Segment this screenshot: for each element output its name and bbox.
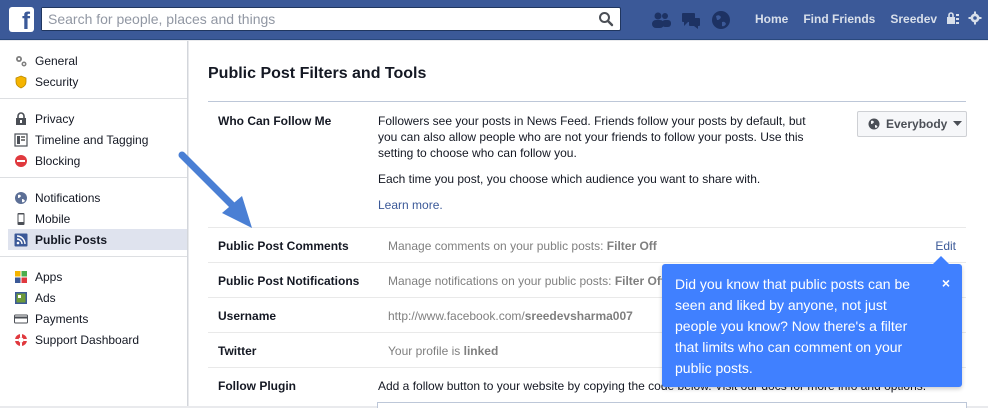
sidebar-item-blocking[interactable]: Blocking (0, 150, 187, 171)
sidebar-item-ads[interactable]: Ads (0, 287, 187, 308)
sidebar-item-public-posts[interactable]: Public Posts (8, 229, 187, 250)
search-icon[interactable] (598, 11, 614, 27)
sidebar-group-notifications: Notifications Mobile Public Posts (0, 178, 187, 257)
setting-description: http://www.facebook.com/sreedevsharma007 (388, 309, 633, 323)
sidebar-item-label: Support Dashboard (35, 332, 140, 347)
setting-desc-text: Manage notifications on your public post… (388, 274, 615, 288)
sidebar-item-support-dashboard[interactable]: Support Dashboard (0, 329, 187, 350)
setting-label: Follow Plugin (218, 379, 296, 393)
top-bar: f Home Find Friends Sreedev (0, 0, 988, 40)
audience-selector-button[interactable]: Everybody (857, 111, 967, 137)
rss-icon (14, 233, 28, 247)
sidebar-item-label: Notifications (35, 190, 101, 205)
gear-icon (14, 54, 28, 68)
sidebar-item-label: General (35, 53, 78, 68)
globe-icon (14, 191, 28, 205)
timeline-icon (14, 132, 28, 147)
lifebuoy-icon (14, 333, 28, 347)
sidebar-item-label: Ads (35, 290, 56, 305)
setting-value: sreedevsharma007 (524, 309, 633, 323)
sidebar-group-account: General Security (0, 41, 187, 99)
setting-label: Twitter (218, 344, 257, 358)
sidebar-item-mobile[interactable]: Mobile (0, 208, 187, 229)
settings-sidebar: General Security Privacy Timeline and Ta… (0, 41, 188, 406)
follow-desc-2: Each time you post, you choose which aud… (378, 172, 761, 186)
setting-desc-text: http://www.facebook.com/ (388, 309, 525, 323)
edit-link[interactable]: Edit (935, 239, 956, 253)
payments-icon (14, 312, 28, 326)
follow-description: Followers see your posts in News Feed. F… (378, 113, 823, 213)
sidebar-item-privacy[interactable]: Privacy (0, 108, 187, 129)
search-input[interactable] (42, 8, 582, 30)
plugin-code-box[interactable] (377, 402, 967, 408)
setting-label: Username (218, 309, 277, 323)
chevron-down-icon (953, 121, 963, 126)
top-nav: Home Find Friends Sreedev (755, 12, 952, 26)
sidebar-group-apps: Apps Ads Payments Support Dashboard (0, 257, 187, 356)
sidebar-item-security[interactable]: Security (0, 71, 187, 92)
sidebar-item-label: Public Posts (35, 232, 108, 247)
setting-label: Public Post Comments (218, 239, 349, 253)
sidebar-item-label: Mobile (35, 211, 71, 226)
sidebar-item-label: Privacy (35, 111, 75, 126)
blocking-icon (14, 154, 28, 168)
lock-icon (14, 111, 28, 126)
sidebar-item-general[interactable]: General (0, 50, 187, 71)
globe-icon (868, 118, 880, 130)
mobile-icon (14, 212, 28, 226)
close-icon[interactable]: × (942, 273, 950, 294)
shield-icon (14, 75, 28, 89)
apps-icon (14, 270, 28, 284)
messages-icon[interactable] (680, 9, 702, 31)
jewel-icons (650, 9, 732, 31)
setting-label: Who Can Follow Me (218, 114, 332, 128)
setting-label: Public Post Notifications (218, 274, 360, 288)
annotation-arrow (178, 151, 252, 228)
privacy-shortcuts-icon[interactable] (946, 11, 960, 25)
sidebar-item-notifications[interactable]: Notifications (0, 187, 187, 208)
top-icons (946, 11, 982, 25)
setting-value: Filter Off (606, 239, 657, 253)
sidebar-item-label: Blocking (35, 153, 81, 168)
notifications-globe-icon[interactable] (710, 9, 732, 31)
setting-value: Filter Off (614, 274, 665, 288)
setting-description: Your profile is linked (388, 344, 498, 358)
sidebar-item-label: Security (35, 74, 79, 89)
friend-requests-icon[interactable] (650, 9, 672, 31)
nav-find-friends[interactable]: Find Friends (803, 12, 875, 26)
filter-tooltip: Did you know that public posts can be se… (662, 256, 962, 387)
sidebar-item-label: Payments (35, 311, 89, 326)
ads-icon (14, 291, 28, 305)
tooltip-text: Did you know that public posts can be se… (675, 276, 911, 376)
facebook-logo[interactable]: f (9, 7, 34, 32)
sidebar-item-payments[interactable]: Payments (0, 308, 187, 329)
sidebar-item-label: Timeline and Tagging (35, 132, 149, 147)
audience-label: Everybody (886, 117, 948, 131)
follow-desc-1: Followers see your posts in News Feed. F… (378, 114, 806, 160)
page-title: Public Post Filters and Tools (208, 65, 427, 82)
learn-more-link[interactable]: Learn more. (378, 198, 443, 212)
nav-profile[interactable]: Sreedev (890, 12, 937, 26)
sidebar-group-privacy: Privacy Timeline and Tagging Blocking (0, 99, 187, 178)
setting-description: Manage comments on your public posts: Fi… (388, 239, 657, 253)
sidebar-item-apps[interactable]: Apps (0, 266, 187, 287)
setting-desc-text: Your profile is (388, 344, 464, 358)
setting-desc-text: Manage comments on your public posts: (388, 239, 607, 253)
setting-description: Manage notifications on your public post… (388, 274, 665, 288)
setting-value: linked (463, 344, 499, 358)
nav-home[interactable]: Home (755, 12, 788, 26)
sidebar-item-timeline-and-tagging[interactable]: Timeline and Tagging (0, 129, 187, 150)
setting-row-follow: Who Can Follow Me Followers see your pos… (208, 102, 966, 228)
search-box[interactable] (41, 7, 621, 31)
setting-row-comments[interactable]: Public Post Comments Manage comments on … (208, 228, 966, 263)
sidebar-item-label: Apps (35, 269, 63, 284)
settings-gear-icon[interactable] (968, 11, 982, 25)
